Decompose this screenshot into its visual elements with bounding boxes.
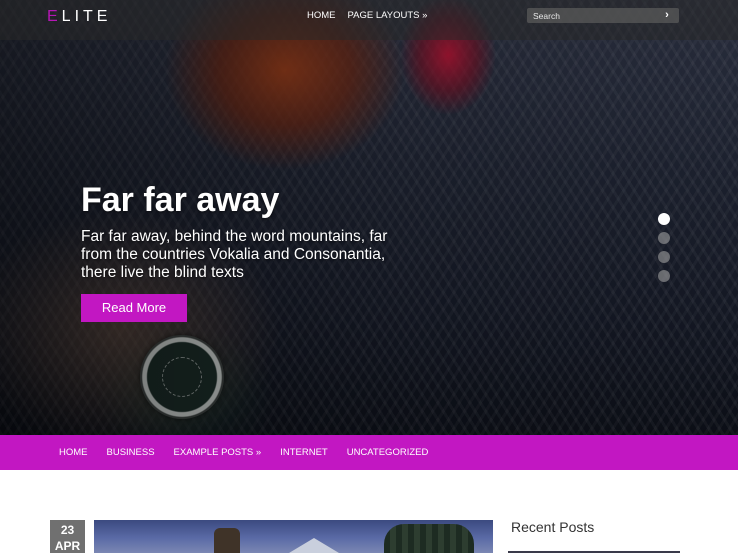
- main-nav-uncategorized[interactable]: UNCATEGORIZED: [347, 447, 429, 458]
- top-bar: ELITE HOME PAGE LAYOUTS » ›: [0, 0, 738, 40]
- slider-dot-4[interactable]: [658, 270, 670, 282]
- recent-posts-heading: Recent Posts: [511, 519, 595, 535]
- read-more-button[interactable]: Read More: [81, 294, 187, 322]
- main-nav-home[interactable]: HOME: [59, 447, 88, 458]
- chevron-right-icon[interactable]: ›: [661, 9, 673, 22]
- main-nav: HOME BUSINESS EXAMPLE POSTS » INTERNET U…: [0, 435, 738, 470]
- slider-dot-1[interactable]: [658, 213, 670, 225]
- top-nav-page-layouts[interactable]: PAGE LAYOUTS »: [348, 10, 428, 21]
- slider-dot-2[interactable]: [658, 232, 670, 244]
- logo-text: LITE: [61, 8, 112, 25]
- main-nav-business[interactable]: BUSINESS: [107, 447, 155, 458]
- top-nav: HOME PAGE LAYOUTS »: [307, 10, 427, 21]
- search-input[interactable]: [527, 8, 657, 23]
- post-thumbnail[interactable]: [94, 520, 493, 553]
- slide-title: Far far away: [81, 181, 280, 219]
- logo-initial: E: [47, 8, 62, 25]
- slider-pagination: [658, 213, 670, 289]
- top-nav-home[interactable]: HOME: [307, 10, 336, 21]
- post-date-month: APR: [54, 539, 81, 553]
- post-date-badge: 23 APR: [50, 520, 85, 553]
- slide-text: Far far away, behind the word mountains,…: [81, 228, 388, 281]
- main-nav-internet[interactable]: INTERNET: [280, 447, 328, 458]
- post-date-day: 23: [60, 523, 75, 537]
- hero-slider: Far far away Far far away, behind the wo…: [0, 0, 738, 435]
- main-nav-example-posts[interactable]: EXAMPLE POSTS »: [174, 447, 262, 458]
- slider-dot-3[interactable]: [658, 251, 670, 263]
- search-box: ›: [527, 8, 679, 23]
- site-logo[interactable]: ELITE: [47, 8, 111, 26]
